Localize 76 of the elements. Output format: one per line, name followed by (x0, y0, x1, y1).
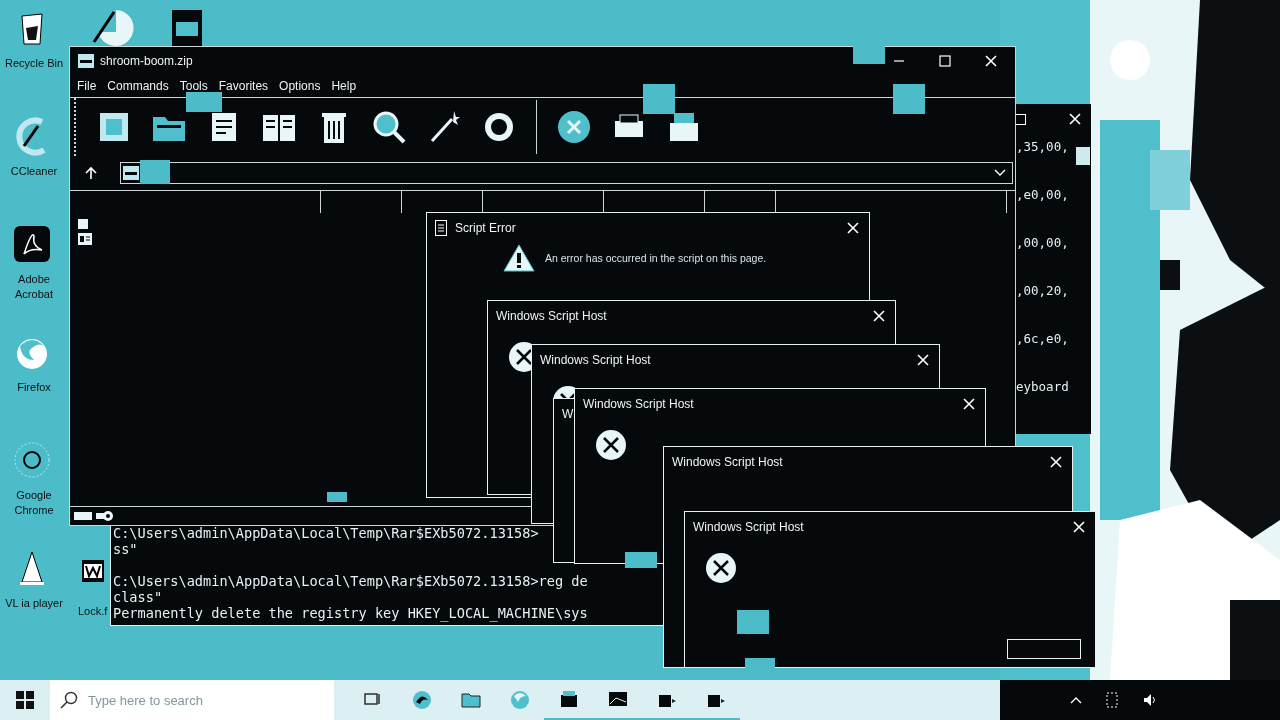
glitch-block (186, 92, 222, 112)
menu-item[interactable]: Favorites (215, 77, 277, 95)
console-text: ss" (113, 541, 138, 557)
document-icon (435, 220, 447, 236)
glitch-block (853, 46, 885, 64)
speaker-icon[interactable] (1142, 693, 1158, 707)
console-text: C:\Users\admin\AppData\Local\Temp\Rar$EXb5072.13158> (113, 525, 539, 541)
close-icon[interactable] (963, 398, 975, 410)
error-icon (705, 552, 737, 584)
close-icon[interactable] (1069, 113, 1081, 125)
up-arrow-icon[interactable] (84, 166, 98, 180)
search-field[interactable]: Type here to search (50, 680, 334, 720)
folder-icon[interactable] (460, 690, 481, 710)
menu-item[interactable]: Commands (104, 77, 177, 95)
console-text: eyboard (1016, 379, 1069, 395)
warning-icon (503, 243, 535, 273)
search-icon (60, 691, 78, 709)
glitch-block (745, 658, 775, 668)
chevron-up-icon[interactable] (1070, 696, 1082, 704)
close-icon[interactable] (873, 310, 885, 322)
network-icon[interactable] (1106, 692, 1118, 708)
archive-icon (78, 54, 94, 68)
console-text: C:\Users\admin\AppData\Local\Temp\Rar$EXb5072.13158>reg de (113, 572, 588, 589)
menu-item[interactable]: Options (276, 77, 329, 95)
icon-label[interactable]: Adobe Acrobat (0, 272, 68, 302)
icon-label[interactable]: Recycle Bin (4, 56, 64, 71)
maximize-icon[interactable] (1015, 113, 1026, 125)
drive-icon (74, 511, 92, 521)
icon-label[interactable]: Lock.f (78, 604, 108, 619)
close-icon[interactable] (1073, 521, 1085, 533)
document-icon[interactable] (81, 560, 104, 582)
menu-item[interactable]: Tools (176, 77, 216, 95)
windows-start-icon[interactable] (16, 691, 34, 709)
window-title: Windows Script Host (540, 353, 651, 367)
console-text: class" (113, 589, 163, 605)
console-text: ,00,00, (1016, 235, 1069, 251)
window-title: Script Error (455, 221, 516, 235)
image-file-icon[interactable] (170, 8, 204, 48)
scrollbar-thumb[interactable] (1076, 147, 1090, 165)
console-text: Permanently delete the registry key HKEY_LOCAL_MACHINE\sys (113, 605, 588, 621)
menu-item[interactable]: Help (328, 77, 365, 95)
icon-label[interactable]: Firefox (17, 380, 51, 395)
close-icon[interactable] (917, 354, 929, 366)
glitch-block (737, 610, 769, 634)
close-icon[interactable] (1050, 456, 1062, 468)
icon-label[interactable]: VL ia player (5, 596, 63, 611)
message-text: An error has occurred in the script on this page. (545, 252, 767, 264)
close-icon[interactable] (985, 55, 997, 67)
window-icon[interactable] (78, 233, 92, 245)
path-field[interactable] (120, 162, 1013, 184)
chevron-down-icon[interactable] (994, 169, 1006, 177)
console-text: ,00,20, (1016, 283, 1069, 299)
glitch-block (327, 492, 347, 502)
image-icon[interactable] (607, 689, 628, 709)
window-title: Windows Script Host (496, 309, 607, 323)
window-title: Windows Script Host (693, 520, 804, 534)
menu-item[interactable]: File (74, 77, 105, 95)
glitch-block (643, 84, 675, 114)
dialog-button[interactable] (1007, 639, 1081, 659)
maximize-icon[interactable] (939, 55, 951, 67)
icon-label[interactable]: CCleaner (10, 164, 58, 179)
window-title: Windows Script Host (583, 397, 694, 411)
console-text: ,35,00, (1016, 139, 1069, 155)
archive-icon[interactable] (558, 689, 579, 709)
window-title: Windows Script Host (672, 455, 783, 469)
console-text: ,6c,e0, (1016, 331, 1069, 347)
glitch-block (140, 160, 170, 184)
glitch-block (893, 84, 925, 114)
glitch-block (625, 552, 657, 568)
error-icon (595, 429, 627, 461)
icon-label[interactable]: Google Chrome (0, 488, 68, 518)
close-icon[interactable] (847, 222, 859, 234)
search-icon[interactable] (371, 109, 407, 145)
archive-icon (123, 166, 139, 180)
console-text: ,e0,00, (1016, 187, 1069, 203)
window-title: shroom-boom.zip (100, 54, 193, 68)
